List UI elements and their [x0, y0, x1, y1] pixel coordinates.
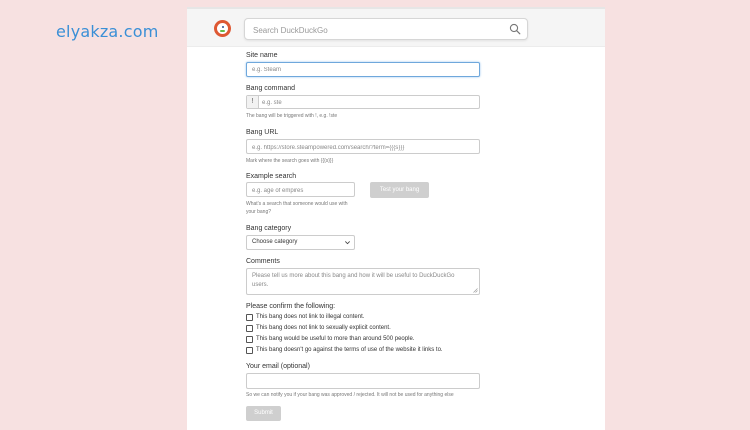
duckduckgo-logo-icon[interactable] [214, 20, 231, 37]
site-name-input[interactable] [252, 65, 472, 74]
comments-textarea[interactable]: Please tell us more about this bang and … [246, 268, 480, 295]
search-input[interactable] [251, 22, 495, 38]
bang-command-hint: The bang will be triggered with !, e.g. … [246, 113, 338, 119]
search-icon[interactable] [509, 23, 521, 35]
site-name-label: Site name [246, 52, 278, 59]
email-hint: So we can notify you if your bang was ap… [246, 392, 454, 398]
example-search-input[interactable] [252, 186, 350, 195]
confirm-checkbox-3[interactable] [246, 335, 253, 343]
search-box[interactable] [244, 18, 528, 40]
example-search-label: Example search [246, 173, 297, 180]
test-bang-button[interactable]: Test your bang [370, 182, 429, 198]
example-search-hint-line1: What's a search that someone would use w… [246, 201, 348, 207]
resize-handle-icon[interactable] [473, 288, 478, 293]
confirm-checkbox-1[interactable] [246, 313, 253, 321]
confirm-text-1: This bang does not link to illegal conte… [256, 314, 365, 320]
email-input[interactable] [252, 377, 472, 386]
email-label: Your email (optional) [246, 363, 310, 370]
bang-url-field[interactable] [246, 139, 480, 154]
confirm-row-1[interactable]: This bang does not link to illegal conte… [246, 313, 364, 321]
confirm-text-2: This bang does not link to sexually expl… [256, 325, 391, 331]
confirm-row-2[interactable]: This bang does not link to sexually expl… [246, 324, 391, 332]
confirm-label: Please confirm the following: [246, 303, 336, 310]
comments-label: Comments [246, 258, 280, 265]
confirm-checkbox-4[interactable] [246, 346, 253, 354]
bang-command-input[interactable] [262, 98, 472, 107]
chevron-down-icon [345, 241, 350, 245]
bang-category-value: Choose category [252, 239, 298, 245]
example-search-field[interactable] [246, 182, 355, 197]
bang-url-hint: Mark where the search goes with {{{s}}} [246, 158, 334, 164]
email-field[interactable] [246, 373, 480, 389]
bang-command-label: Bang command [246, 85, 296, 92]
comments-placeholder: Please tell us more about this bang and … [252, 273, 455, 288]
header-bar [187, 7, 605, 47]
bang-prefix: ! [247, 96, 259, 108]
bang-submission-page: Site name Bang command ! The bang will b… [187, 7, 605, 430]
bang-category-select[interactable]: Choose category [246, 235, 355, 250]
confirm-row-3[interactable]: This bang would be useful to more than a… [246, 335, 414, 343]
confirm-text-4: This bang doesn't go against the terms o… [256, 347, 443, 353]
confirm-row-4[interactable]: This bang doesn't go against the terms o… [246, 346, 443, 354]
bang-command-field[interactable]: ! [246, 95, 480, 109]
bang-url-label: Bang URL [246, 129, 279, 136]
example-search-hint-line2: your bang? [246, 209, 272, 215]
bang-category-label: Bang category [246, 225, 292, 232]
confirm-text-3: This bang would be useful to more than a… [256, 336, 415, 342]
site-name-field[interactable] [246, 62, 480, 77]
watermark: elyakza.com [56, 22, 159, 41]
confirm-checkbox-2[interactable] [246, 324, 253, 332]
bang-url-input[interactable] [252, 143, 474, 152]
submit-button[interactable]: Submit [246, 406, 281, 421]
